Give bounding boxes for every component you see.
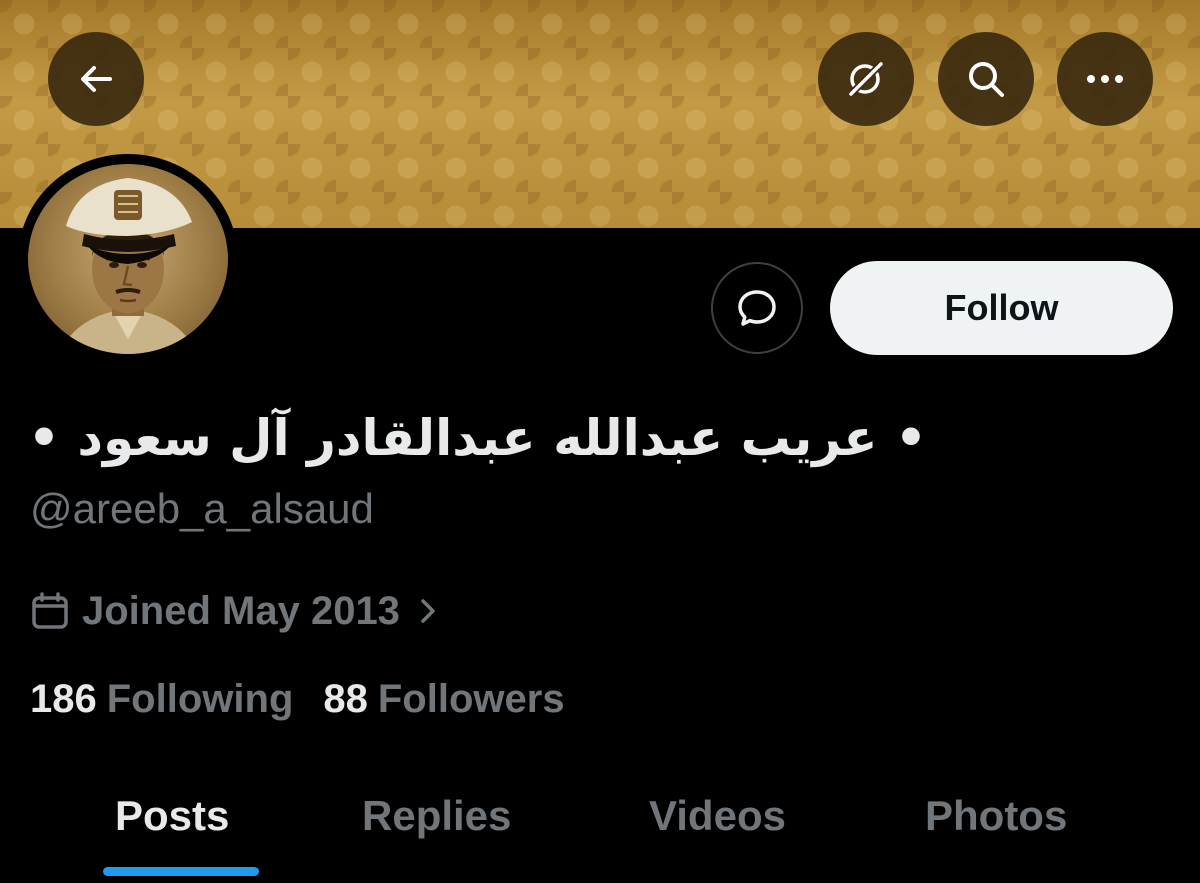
chat-bubble-icon	[738, 290, 776, 326]
search-icon	[969, 62, 1004, 97]
following-label: Following	[106, 676, 294, 721]
active-tab-indicator	[103, 867, 259, 876]
profile-tabs: Posts Replies Videos Photos	[0, 760, 1200, 883]
following-count: 186	[30, 676, 97, 721]
follow-stats: 186 Following 88 Followers	[30, 676, 565, 722]
followers-link[interactable]: 88 Followers	[323, 677, 564, 722]
follow-button[interactable]: Follow	[830, 261, 1173, 355]
tab-videos[interactable]: Videos	[649, 786, 786, 846]
more-horizontal-icon	[1087, 75, 1123, 83]
joined-label: Joined May 2013	[82, 588, 400, 633]
avatar[interactable]	[18, 154, 238, 364]
back-button[interactable]	[48, 32, 144, 126]
arrow-left-icon	[81, 66, 112, 92]
message-button[interactable]	[711, 262, 803, 354]
following-link[interactable]: 186 Following	[30, 677, 293, 722]
grok-button[interactable]	[818, 32, 914, 126]
tab-photos[interactable]: Photos	[925, 786, 1067, 846]
avatar-portrait	[58, 178, 198, 354]
search-button[interactable]	[938, 32, 1034, 126]
calendar-icon	[32, 592, 68, 629]
more-button[interactable]	[1057, 32, 1153, 126]
tab-posts[interactable]: Posts	[115, 786, 229, 846]
username-handle: @areeb_a_alsaud	[30, 485, 374, 532]
display-name: • عريب عبدالله عبدالقادر آل سعود •	[28, 409, 927, 467]
followers-count: 88	[323, 676, 368, 721]
chevron-right-icon	[421, 599, 435, 623]
avatar-image	[28, 164, 228, 354]
grok-icon	[849, 62, 883, 96]
followers-label: Followers	[377, 676, 565, 721]
joined-date[interactable]: Joined May 2013	[30, 588, 438, 634]
tab-replies[interactable]: Replies	[362, 786, 511, 846]
